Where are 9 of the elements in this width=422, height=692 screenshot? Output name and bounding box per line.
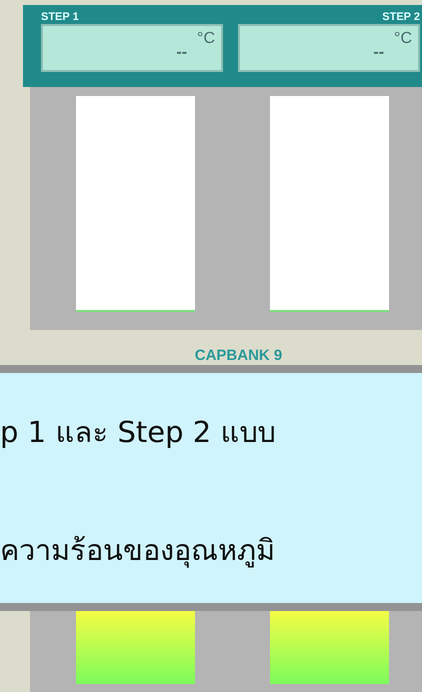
temperature-reading: --: [373, 44, 384, 62]
capbank-label: CAPBANK 9: [194, 346, 284, 365]
unit-label: °C: [394, 30, 412, 48]
unit-label: °C: [197, 30, 215, 48]
message-text: ความร้อนของอุณหภูมิ: [0, 532, 276, 570]
step-label: STEP 2: [382, 10, 420, 24]
temperature-reading: --: [176, 44, 188, 62]
message-text: p 1 และ Step 2 แบบ: [0, 414, 276, 451]
step-label: STEP 1: [41, 10, 80, 24]
